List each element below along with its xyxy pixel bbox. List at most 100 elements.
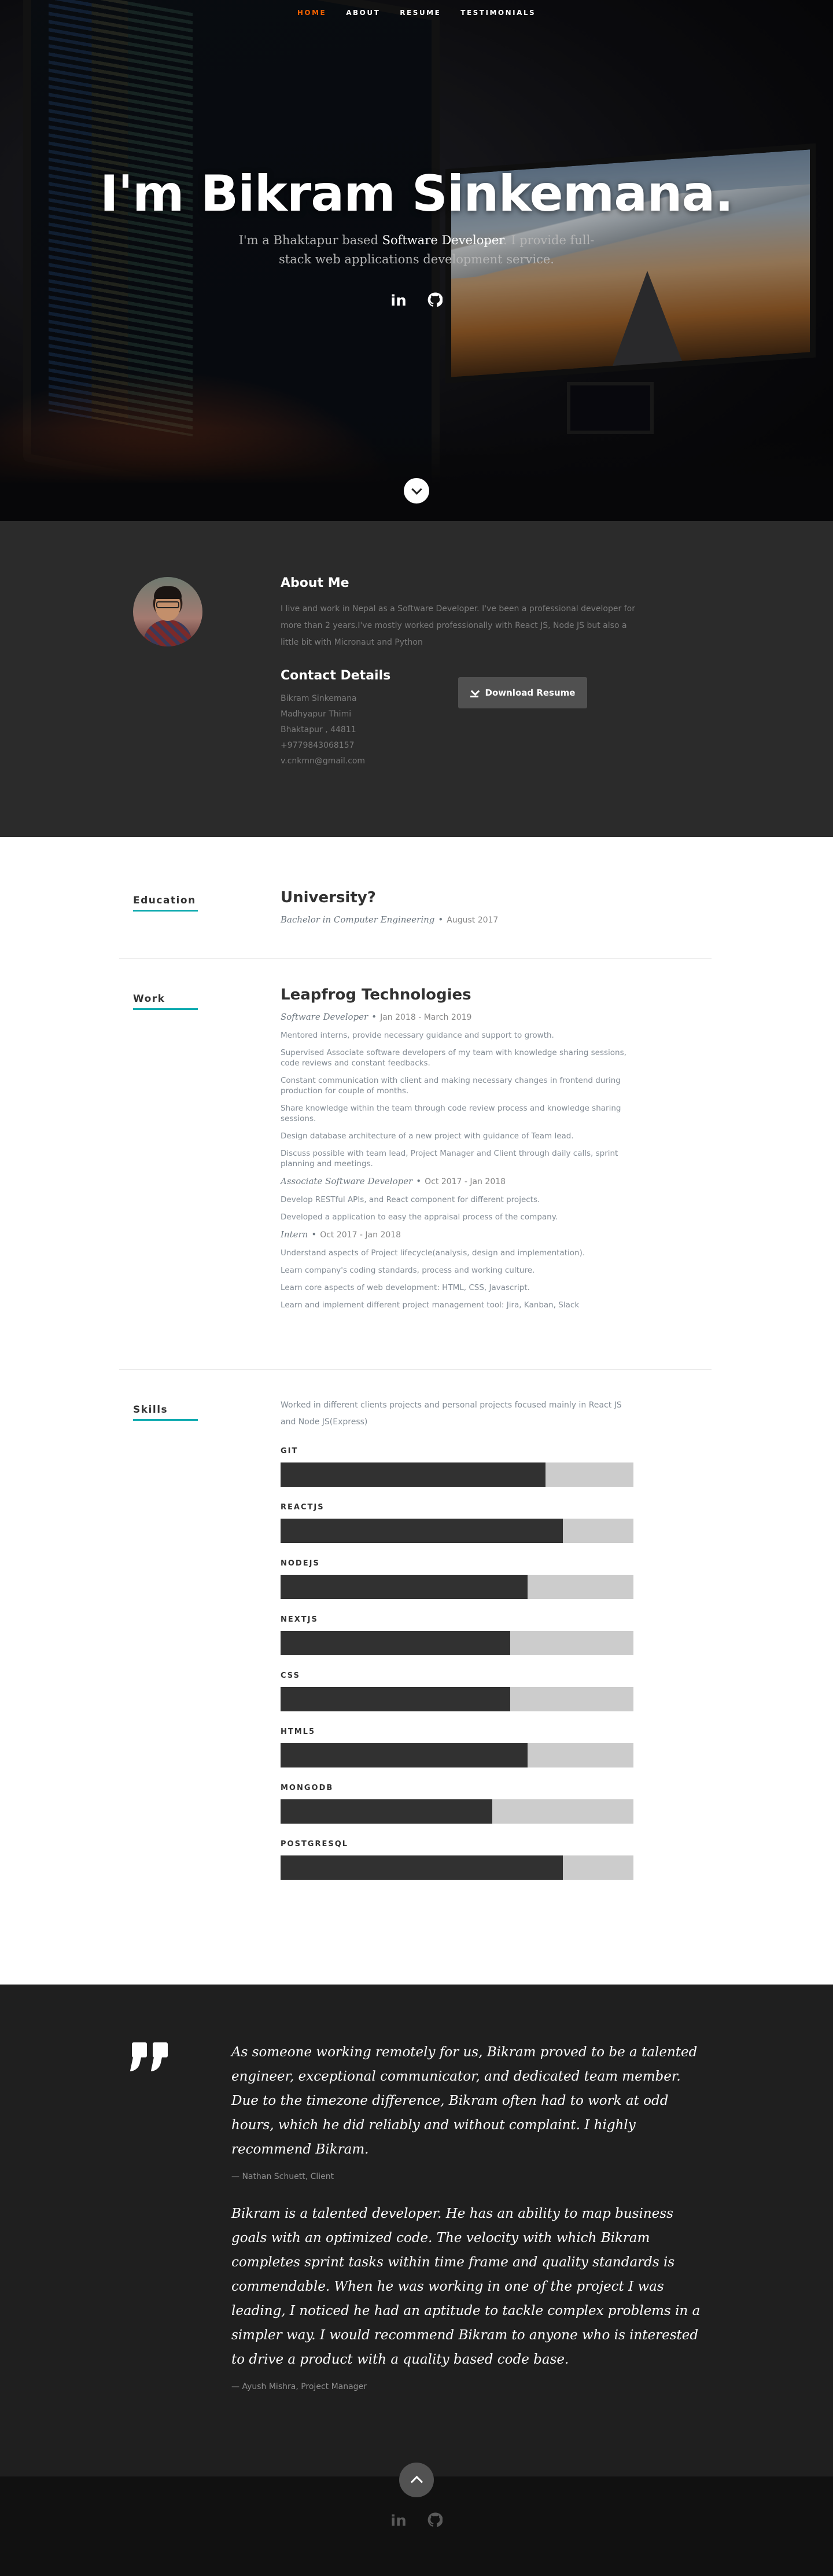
skill-item: NodeJS [281,1559,639,1599]
skill-bar-fill [281,1462,545,1487]
work-role-points: Understand aspects of Project lifecycle(… [281,1248,639,1310]
skill-name: ReactJS [281,1503,325,1512]
contact-heading: Contact Details [281,668,391,683]
nav-resume-link[interactable]: Resume [400,9,441,17]
section-divider [119,958,712,959]
list-item: Mentored interns, provide necessary guid… [281,1031,554,1040]
testimonial: As someone working remotely for us, Bikr… [231,2040,706,2181]
work-label: Work [133,993,198,1010]
work-role-points: Mentored interns, provide necessary guid… [281,1030,639,1169]
skill-bar-fill [281,1631,510,1655]
top-nav: Home About Resume Testimonials [0,0,833,25]
list-item: Learn and implement different project ma… [281,1300,580,1310]
skill-item: PostgreSQL [281,1840,639,1880]
skill-bar [281,1519,633,1543]
skill-bar-fill [281,1855,563,1880]
back-to-top-button[interactable] [399,2463,434,2497]
resume-section: Education University? Bachelor in Comput… [0,837,833,1985]
skill-bar [281,1799,633,1824]
list-item: Learn core aspects of web development: H… [281,1283,530,1292]
section-divider [119,1369,712,1370]
work-role-info: Intern • Oct 2017 - Jan 2018 [281,1229,401,1240]
skill-bar [281,1743,633,1767]
education-school: University? [281,889,376,906]
about-bio: I live and work in Nepal as a Software D… [281,604,635,647]
hero-social-links: in [0,292,833,311]
testimonial-author: — Ayush Mishra, Project Manager [231,2382,367,2391]
hero-content: I'm Bikram Sinkemana. I'm a Bhaktapur ba… [0,165,833,311]
linkedin-icon[interactable]: in [390,2512,406,2531]
contact-phone: +9779843068157 [281,741,355,750]
list-item: Share knowledge within the team through … [281,1104,621,1123]
skills-label: Skills [133,1404,198,1421]
education-label: Education [133,895,198,912]
skill-name: NextJS [281,1615,318,1624]
skill-bar-fill [281,1687,510,1711]
skill-bars: Git ReactJS NodeJS NextJS CSS HTML5 MongoDB Pos… [281,1447,639,1880]
skill-item: MongoDB [281,1784,639,1824]
skill-name: MongoDB [281,1784,334,1792]
nav-about-link[interactable]: About [346,9,380,17]
contact-city: Bhaktapur , 44811 [281,725,356,734]
contact-email[interactable]: v.cnkmn@gmail.com [281,754,390,769]
work-role-info: Associate Software Developer • Oct 2017 - … [281,1176,506,1186]
nav-testimonials-link[interactable]: Testimonials [460,9,536,17]
skill-item: Git [281,1447,639,1487]
skill-bar-fill [281,1519,563,1543]
linkedin-icon[interactable]: in [390,292,406,311]
testimonial-author: — Nathan Schuett, Client [231,2172,334,2181]
education-block: University? Bachelor in Computer Enginee… [281,889,639,925]
hero-subtitle: I'm a Bhaktapur based Software Developer… [238,233,595,266]
about-me-block: About Me I live and work in Nepal as a S… [281,576,639,651]
skill-bar [281,1631,633,1655]
skill-item: HTML5 [281,1728,639,1767]
testimonials-section: As someone working remotely for us, Bikr… [0,1985,833,2476]
profile-photo [133,577,202,646]
hero-subtitle-highlight: Software Developer [382,233,503,247]
list-item: Learn company's coding standards, proces… [281,1266,535,1275]
skill-name: NodeJS [281,1559,320,1568]
skill-name: PostgreSQL [281,1840,349,1849]
download-resume-button[interactable]: Download Resume [458,677,587,708]
skill-bar-fill [281,1743,528,1767]
list-item: Developed a application to easy the appr… [281,1212,558,1222]
skills-block: Worked in different clients projects and… [281,1397,639,1880]
skill-name: CSS [281,1671,300,1680]
contact-street: Madhyapur Thimi [281,710,352,719]
list-item: Design database architecture of a new pr… [281,1131,574,1141]
list-item: Constant communication with client and m… [281,1076,621,1096]
skill-bar [281,1855,633,1880]
work-block: Leapfrog Technologies Software Developer… [281,986,639,1317]
nav-home-link[interactable]: Home [297,9,326,17]
skill-name: Git [281,1447,298,1456]
github-icon[interactable] [427,292,443,311]
skill-bar [281,1575,633,1599]
contact-details: Contact Details Bikram Sinkemana Madhyap… [281,668,390,769]
skill-name: HTML5 [281,1728,316,1736]
footer: in [0,2463,833,2576]
hero-title: I'm Bikram Sinkemana. [99,165,734,223]
work-role-info: Software Developer • Jan 2018 - March 2019 [281,1012,472,1022]
work-company: Leapfrog Technologies [281,986,471,1004]
list-item: Develop RESTful APIs, and React componen… [281,1195,540,1204]
github-icon[interactable] [427,2512,443,2531]
download-icon [470,688,478,697]
about-section: About Me I live and work in Nepal as a S… [0,521,833,837]
skill-item: CSS [281,1671,639,1711]
skill-bar-fill [281,1575,528,1599]
skills-intro: Worked in different clients projects and… [281,1401,622,1427]
list-item: Understand aspects of Project lifecycle(… [281,1248,585,1258]
work-role-points: Develop RESTful APIs, and React componen… [281,1195,639,1222]
skill-item: ReactJS [281,1503,639,1543]
skill-bar [281,1687,633,1711]
about-heading: About Me [281,576,349,590]
list-item: Discuss possible with team lead, Project… [281,1149,618,1168]
hero-section: I'm Bikram Sinkemana. I'm a Bhaktapur ba… [0,0,833,521]
testimonial: Bikram is a talented developer. He has a… [231,2202,706,2391]
education-info: Bachelor in Computer Engineering • August … [281,914,499,925]
list-item: Supervised Associate software developers… [281,1048,626,1068]
scroll-down-button[interactable] [404,478,429,504]
testimonial-text: As someone working remotely for us, Bikr… [231,2045,698,2157]
footer-social-links: in [0,2512,833,2531]
testimonial-text: Bikram is a talented developer. He has a… [231,2206,701,2367]
